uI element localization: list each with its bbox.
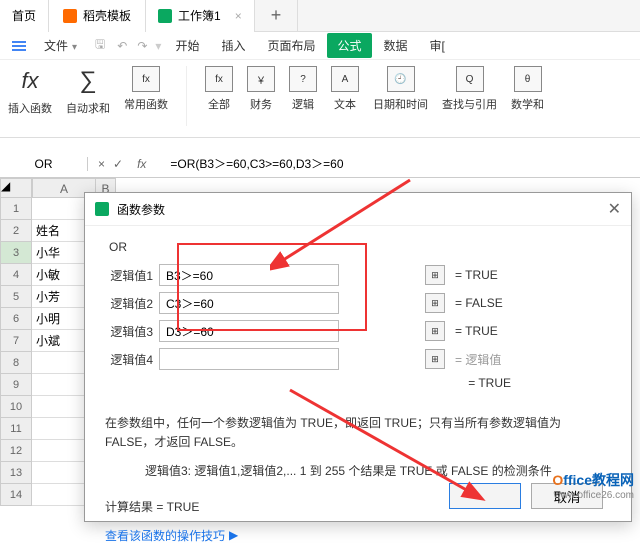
param-result: = 逻辑值 xyxy=(455,351,501,368)
overall-result: = TRUE xyxy=(105,376,611,390)
menu-bar: 文件 🖫 ↶ ↷ ▾ 开始 插入 页面布局 公式 数据 审[ xyxy=(0,32,640,60)
close-icon[interactable]: × xyxy=(235,9,242,23)
row-header[interactable]: 2 xyxy=(0,220,32,242)
param-label: 逻辑值2 xyxy=(105,295,153,312)
play-icon: ▶ xyxy=(229,528,238,542)
param-input[interactable] xyxy=(159,292,339,314)
app-icon xyxy=(95,202,109,216)
box-icon: A xyxy=(331,66,359,92)
range-selector-icon[interactable]: ⊞ xyxy=(425,349,445,369)
menu-review[interactable]: 审[ xyxy=(420,33,455,58)
formula-input[interactable]: =OR(B3＞=60,C3>=60,D3＞=60 xyxy=(162,155,640,172)
param-result: = FALSE xyxy=(455,296,503,310)
menu-layout[interactable]: 页面布局 xyxy=(257,33,325,58)
formula-confirm-icon[interactable]: ✓ xyxy=(113,157,123,171)
function-name: OR xyxy=(109,240,611,254)
help-link[interactable]: 查看该函数的操作技巧▶ xyxy=(105,527,238,544)
box-icon: ? xyxy=(289,66,317,92)
function-arguments-dialog: 函数参数 ✕ OR 逻辑值1 ⊞ = TRUE 逻辑值2 ⊞ = FALSE 逻辑值… xyxy=(84,192,632,522)
range-selector-icon[interactable]: ⊞ xyxy=(425,265,445,285)
row-header[interactable]: 3 xyxy=(0,242,32,264)
range-selector-icon[interactable]: ⊞ xyxy=(425,293,445,313)
tab-workbook[interactable]: 工作簿1 × xyxy=(146,0,255,32)
ribbon-math[interactable]: θ 数学和 xyxy=(511,66,544,112)
formula-cancel-icon[interactable]: × xyxy=(98,157,105,171)
row-header[interactable]: 13 xyxy=(0,462,32,484)
box-icon: fx xyxy=(205,66,233,92)
row-header[interactable]: 1 xyxy=(0,198,32,220)
fx-icon: fx xyxy=(21,66,38,96)
ribbon-text[interactable]: A 文本 xyxy=(331,66,359,112)
box-icon: Q xyxy=(456,66,484,92)
ribbon-lookup[interactable]: Q 查找与引用 xyxy=(442,66,497,112)
sigma-icon: ∑ xyxy=(79,66,96,96)
ok-button[interactable] xyxy=(449,483,521,509)
row-header[interactable]: 9 xyxy=(0,374,32,396)
menu-start[interactable]: 开始 xyxy=(165,33,209,58)
sheet-icon xyxy=(158,9,172,23)
param-result: = TRUE xyxy=(455,324,498,338)
ribbon-common[interactable]: fx 常用函数 xyxy=(124,66,168,112)
range-selector-icon[interactable]: ⊞ xyxy=(425,321,445,341)
dialog-title: 函数参数 xyxy=(117,201,165,218)
row-header[interactable]: 7 xyxy=(0,330,32,352)
param-label: 逻辑值3 xyxy=(105,323,153,340)
menu-data[interactable]: 数据 xyxy=(374,33,418,58)
tab-docker-template[interactable]: 稻壳模板 xyxy=(49,0,146,32)
param-input[interactable] xyxy=(159,264,339,286)
row-header[interactable]: 6 xyxy=(0,308,32,330)
menu-file[interactable]: 文件 xyxy=(34,33,87,58)
ribbon-insert-fn[interactable]: fx 插入函数 xyxy=(8,66,52,116)
box-icon: θ xyxy=(514,66,542,92)
param-result: = TRUE xyxy=(455,268,498,282)
menu-insert[interactable]: 插入 xyxy=(211,33,255,58)
row-header[interactable]: 11 xyxy=(0,418,32,440)
box-icon: fx xyxy=(132,66,160,92)
docker-icon xyxy=(63,9,77,23)
hamburger-icon[interactable] xyxy=(6,37,32,55)
row-header[interactable]: 4 xyxy=(0,264,32,286)
qat-save-icon[interactable]: 🖫 xyxy=(89,35,111,56)
formula-bar: OR × ✓ fx =OR(B3＞=60,C3>=60,D3＞=60 xyxy=(0,150,640,178)
ribbon: fx 插入函数 ∑ 自动求和 fx 常用函数 fx 全部 ￥ 财务 ? 逻辑 A… xyxy=(0,60,640,138)
dialog-close-icon[interactable]: ✕ xyxy=(608,199,621,219)
param-label: 逻辑值4 xyxy=(105,351,153,368)
fx-icon[interactable]: fx xyxy=(131,157,152,171)
ribbon-datetime[interactable]: 🕘 日期和时间 xyxy=(373,66,428,112)
param-label: 逻辑值1 xyxy=(105,267,153,284)
ribbon-autosum[interactable]: ∑ 自动求和 xyxy=(66,66,110,116)
menu-formula[interactable]: 公式 xyxy=(327,33,371,58)
app-tabs: 首页 稻壳模板 工作簿1 × + xyxy=(0,0,640,32)
qat-undo-icon[interactable]: ↶ xyxy=(113,39,131,53)
row-header[interactable]: 8 xyxy=(0,352,32,374)
box-icon: ￥ xyxy=(247,66,275,92)
name-box[interactable]: OR xyxy=(0,157,88,171)
param-input[interactable] xyxy=(159,348,339,370)
function-description: 在参数组中，任何一个参数逻辑值为 TRUE，即返回 TRUE；只有当所有参数逻辑… xyxy=(105,414,611,452)
tab-new[interactable]: + xyxy=(255,0,299,32)
tab-home[interactable]: 首页 xyxy=(0,0,49,32)
select-all-corner[interactable]: ◢ xyxy=(0,178,32,198)
param-input[interactable] xyxy=(159,320,339,342)
row-header[interactable]: 12 xyxy=(0,440,32,462)
ribbon-all[interactable]: fx 全部 xyxy=(205,66,233,112)
qat-redo-icon[interactable]: ↷ xyxy=(133,39,151,53)
watermark: Office教程网 www.office26.com xyxy=(552,470,634,501)
row-header[interactable]: 5 xyxy=(0,286,32,308)
row-header[interactable]: 10 xyxy=(0,396,32,418)
ribbon-logic[interactable]: ? 逻辑 xyxy=(289,66,317,112)
row-header[interactable]: 14 xyxy=(0,484,32,506)
box-icon: 🕘 xyxy=(387,66,415,92)
param-description: 逻辑值3: 逻辑值1,逻辑值2,... 1 到 255 个结果是 TRUE 或 … xyxy=(105,462,611,481)
ribbon-finance[interactable]: ￥ 财务 xyxy=(247,66,275,112)
